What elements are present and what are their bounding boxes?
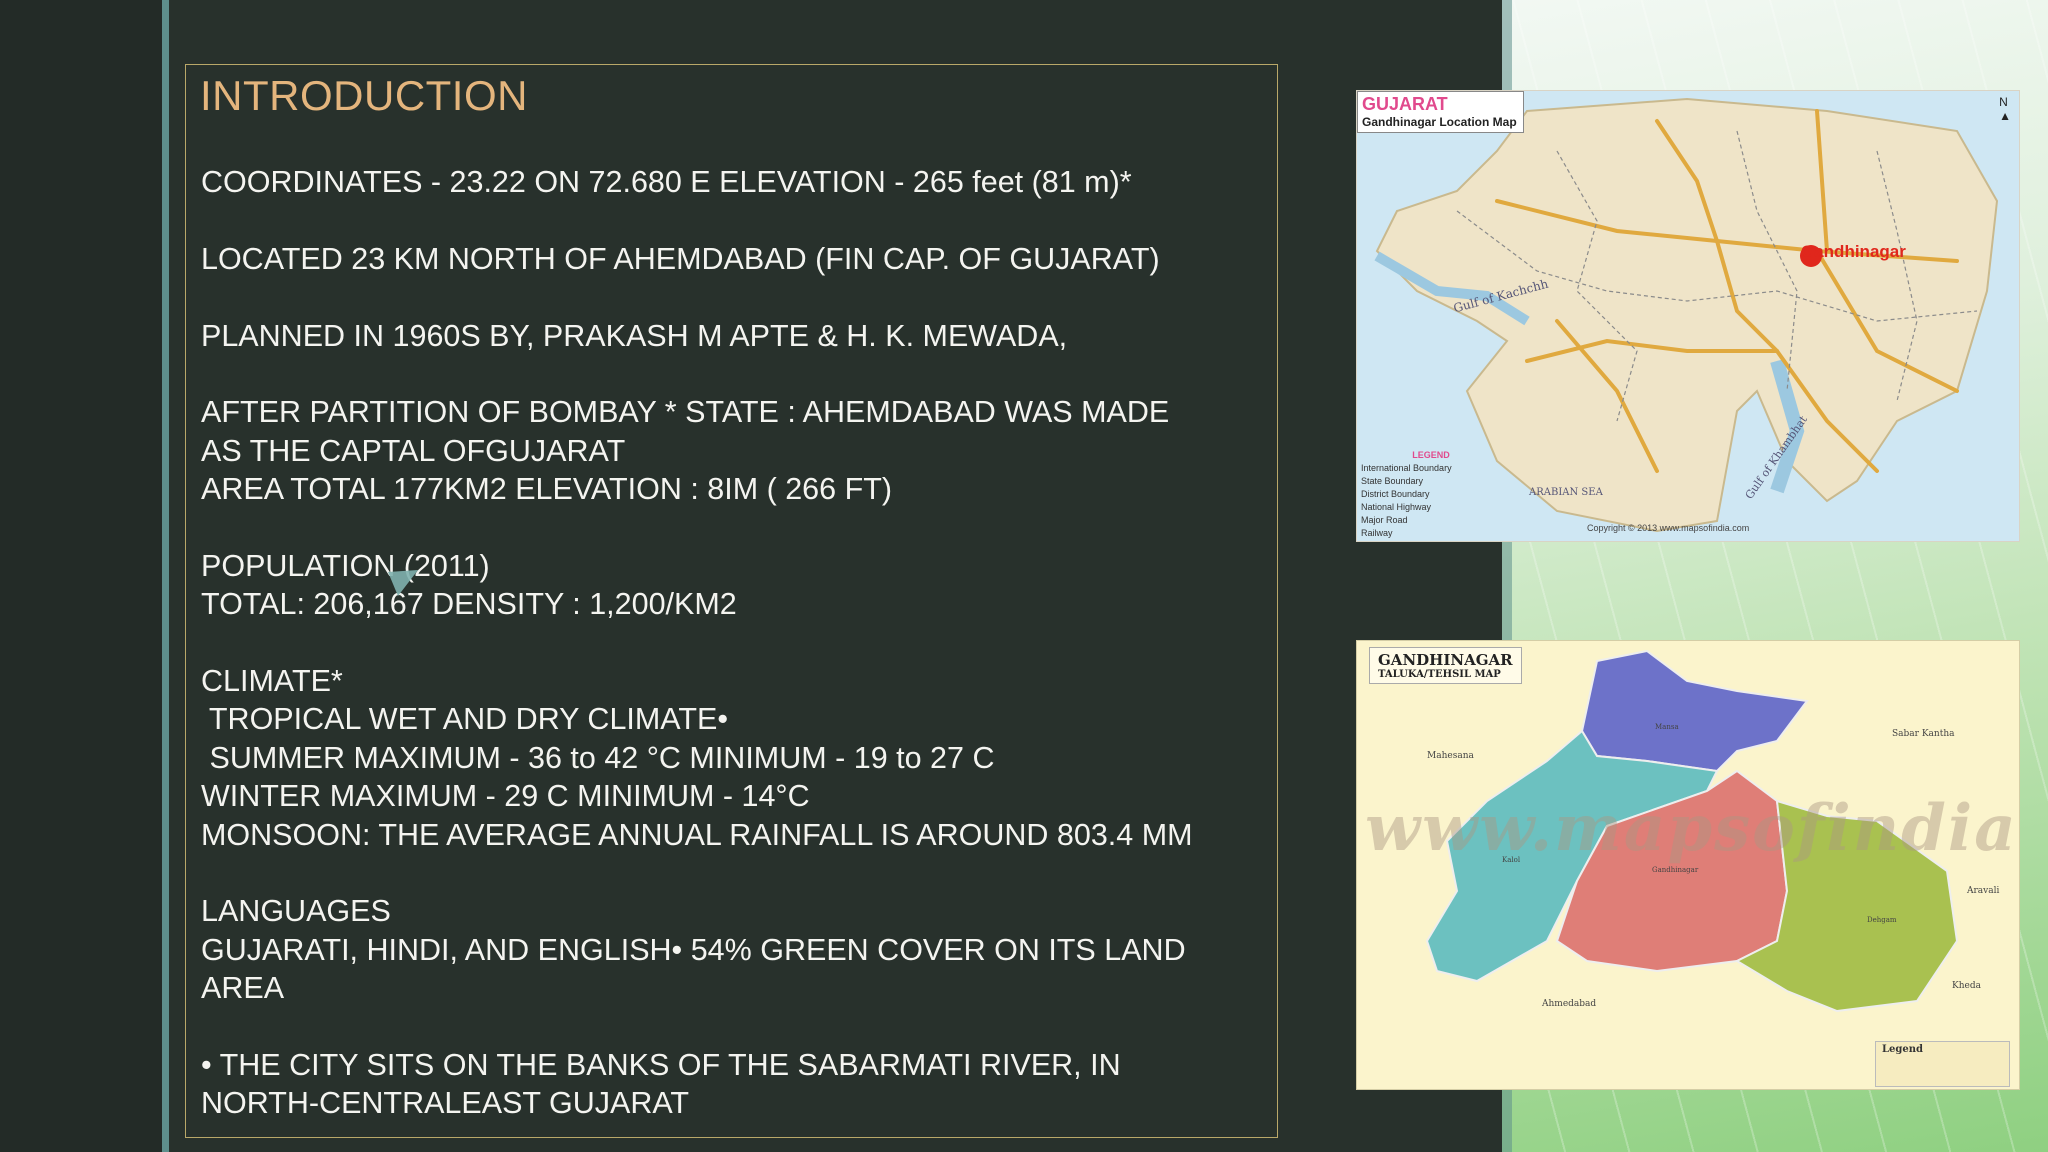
- body-line: POPULATION (2011): [201, 548, 490, 583]
- map2-title: GANDHINAGAR: [1378, 651, 1513, 669]
- label-dehgam: Dehgam: [1867, 916, 1897, 924]
- body-line: TROPICAL WET AND DRY CLIMATE•: [201, 702, 729, 737]
- map2-subtitle: TALUKA/TEHSIL MAP: [1378, 669, 1501, 680]
- map2-title-box: GANDHINAGAR TALUKA/TEHSIL MAP: [1369, 647, 1522, 684]
- legend-item: State Boundary: [1361, 476, 1424, 486]
- legend-item: Major Road: [1361, 515, 1408, 525]
- body-line: • THE CITY SITS ON THE BANKS OF THE SABA…: [201, 1047, 1121, 1082]
- label-mahesana: Mahesana: [1427, 751, 1474, 761]
- body-line: PLANNED IN 1960S BY, PRAKASH M APTE & H.…: [201, 318, 1068, 353]
- map1-city-label: Gandhinagar: [1801, 242, 1906, 261]
- gandhinagar-taluka-map: www.mapsofindia.com GANDHINAGAR TALUKA/T…: [1356, 640, 2020, 1090]
- map1-title-box: GUJARAT Gandhinagar Location Map: [1357, 91, 1524, 133]
- body-line: NORTH-CENTRALEAST GUJARAT: [201, 1086, 690, 1121]
- body-line: WINTER MAXIMUM - 29 C MINIMUM - 14°C: [201, 779, 810, 814]
- cursor-arrow-icon: [388, 570, 418, 596]
- arabian-sea-label: ARABIAN SEA: [1529, 487, 1603, 498]
- legend-item: International Boundary: [1361, 463, 1452, 473]
- body-line: CLIMATE*: [201, 664, 343, 699]
- north-label: N: [1999, 95, 2008, 109]
- legend-item: District Boundary: [1361, 489, 1430, 499]
- left-band: [0, 0, 162, 1152]
- map1-subtitle: Gandhinagar Location Map: [1362, 115, 1517, 129]
- legend-item: National Highway: [1361, 502, 1432, 512]
- body-line: GUJARATI, HINDI, AND ENGLISH• 54% GREEN …: [201, 932, 1186, 967]
- body-line: AREA TOTAL 177KM2 ELEVATION : 8IM ( 266 …: [201, 472, 893, 507]
- label-sabar-kantha: Sabar Kantha: [1892, 729, 1955, 739]
- body-text: COORDINATES - 23.22 ON 72.680 E ELEVATIO…: [201, 163, 1271, 1123]
- slide-title: INTRODUCTION: [200, 72, 528, 119]
- map2-watermark: www.mapsofindia.com: [1365, 791, 2019, 866]
- map2-legend-title: Legend: [1882, 1044, 1924, 1055]
- body-line: TOTAL: 206,167 DENSITY : 1,200/KM2: [201, 587, 737, 622]
- map1-legend: LEGEND International Boundary State Boun…: [1361, 449, 1501, 540]
- left-accent-stripe: [162, 0, 169, 1152]
- map1-legend-title: LEGEND: [1412, 450, 1450, 460]
- body-line: AREA: [201, 971, 285, 1006]
- label-aravali: Aravali: [1967, 886, 2000, 896]
- map2-legend: Legend: [1875, 1041, 2010, 1087]
- body-line: SUMMER MAXIMUM - 36 to 42 °C MINIMUM - 1…: [201, 740, 995, 775]
- body-line: LANGUAGES: [201, 894, 391, 929]
- map1-title: GUJARAT: [1362, 94, 1448, 114]
- map1-copyright: Copyright © 2013 www.mapsofindia.com: [1587, 523, 1750, 533]
- body-line: AS THE CAPTAL OFGUJARAT: [201, 433, 626, 468]
- label-kheda: Kheda: [1952, 981, 1981, 991]
- label-kalol: Kalol: [1502, 856, 1521, 864]
- body-line: MONSOON: THE AVERAGE ANNUAL RAINFALL IS …: [201, 817, 1193, 852]
- label-ahmedabad: Ahmedabad: [1542, 999, 1597, 1009]
- body-line: COORDINATES - 23.22 ON 72.680 E ELEVATIO…: [201, 165, 1132, 199]
- north-arrow-icon: N ▲: [1999, 95, 2011, 123]
- label-mansa: Mansa: [1655, 723, 1679, 731]
- label-gandhinagar: Gandhinagar: [1652, 866, 1699, 874]
- legend-item: Railway: [1361, 528, 1393, 538]
- gujarat-location-map: GUJARAT Gandhinagar Location Map N ▲ Gand…: [1356, 90, 2020, 542]
- body-line: AFTER PARTITION OF BOMBAY * STATE : AHEM…: [201, 395, 1170, 430]
- body-line: LOCATED 23 KM NORTH OF AHEMDABAD (FIN CA…: [201, 241, 1160, 276]
